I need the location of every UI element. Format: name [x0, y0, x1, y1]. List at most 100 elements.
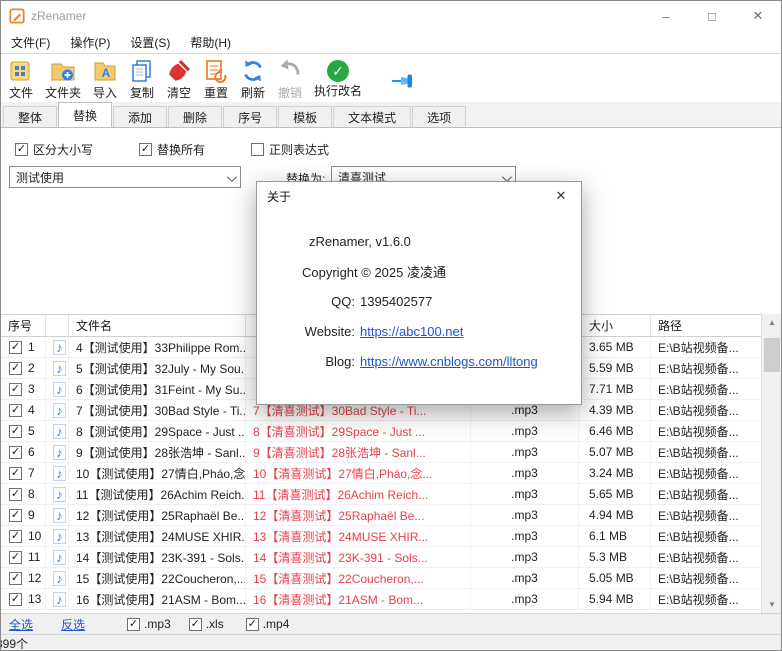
row-checkbox[interactable]: ✓: [9, 530, 22, 543]
row-checkbox[interactable]: ✓: [9, 593, 22, 606]
row-filename: 11【测试使用】26Achim Reich...: [69, 484, 246, 504]
clear-button[interactable]: 清空: [161, 57, 197, 102]
row-path: E:\B站视频备...: [651, 379, 763, 399]
add-files-button[interactable]: 文件: [3, 57, 39, 102]
case-sensitive-checkbox[interactable]: ✓ 区分大小写: [15, 141, 93, 158]
menu-settings[interactable]: 设置(S): [120, 31, 180, 53]
refresh-button[interactable]: 刷新: [235, 57, 271, 102]
row-checkbox[interactable]: ✓: [9, 362, 22, 375]
row-checkbox[interactable]: ✓: [9, 446, 22, 459]
app-window: zRenamer – □ ✕ 文件(F) 操作(P) 设置(S) 帮助(H) 文…: [0, 0, 782, 651]
row-index: 3: [28, 382, 35, 396]
table-row[interactable]: ✓ 12 ♪ 15【测试使用】22Coucheron,... 15【清喜测试】2…: [1, 568, 781, 589]
column-header-index[interactable]: 序号: [1, 315, 46, 336]
table-row[interactable]: ✓ 13 ♪ 16【测试使用】21ASM - Bom... 16【清喜测试】21…: [1, 589, 781, 610]
tab-replace[interactable]: 替换: [58, 102, 112, 127]
scroll-down-icon[interactable]: ▼: [762, 596, 782, 613]
row-checkbox[interactable]: ✓: [9, 467, 22, 480]
tab-options[interactable]: 选项: [412, 106, 466, 127]
about-website-link[interactable]: https://abc100.net: [360, 324, 463, 339]
row-checkbox[interactable]: ✓: [9, 509, 22, 522]
row-size: 5.07 MB: [579, 442, 651, 462]
tab-text-mode[interactable]: 文本模式: [333, 106, 411, 127]
replace-all-checkbox[interactable]: ✓ 替换所有: [139, 141, 205, 158]
about-copyright: Copyright © 2025 凌凌通: [302, 262, 446, 281]
row-size: 5.65 MB: [579, 484, 651, 504]
undo-icon: [277, 58, 303, 84]
music-file-icon: ♪: [53, 508, 66, 523]
menu-file[interactable]: 文件(F): [1, 31, 60, 53]
table-row[interactable]: ✓ 11 ♪ 14【测试使用】23K-391 - Sols... 14【清喜测试…: [1, 547, 781, 568]
row-checkbox[interactable]: ✓: [9, 425, 22, 438]
music-file-icon: ♪: [53, 361, 66, 376]
menu-help[interactable]: 帮助(H): [180, 31, 241, 53]
column-header-icon[interactable]: [46, 315, 69, 336]
dialog-title-bar: 关于 ✕: [257, 182, 581, 210]
add-folder-button[interactable]: 文件夹: [40, 57, 86, 102]
tab-add[interactable]: 添加: [113, 106, 167, 127]
row-extension: .mp3: [471, 505, 579, 525]
row-path: E:\B站视频备...: [651, 568, 763, 588]
scrollbar-thumb[interactable]: [764, 338, 780, 372]
maximize-button[interactable]: □: [689, 1, 735, 31]
row-size: 6.46 MB: [579, 421, 651, 441]
row-index: 1: [28, 340, 35, 354]
tab-whole[interactable]: 整体: [3, 106, 57, 127]
filter-xls-checkbox[interactable]: ✓ .xls: [189, 617, 224, 631]
close-button[interactable]: ✕: [735, 1, 781, 31]
row-path: E:\B站视频备...: [651, 337, 763, 357]
table-row[interactable]: ✓ 9 ♪ 12【测试使用】25Raphaël Be... 12【清喜测试】25…: [1, 505, 781, 526]
filter-mp4-checkbox[interactable]: ✓ .mp4: [246, 617, 290, 631]
row-path: E:\B站视频备...: [651, 547, 763, 567]
tab-delete[interactable]: 删除: [168, 106, 222, 127]
clear-icon: [166, 58, 192, 84]
title-bar: zRenamer – □ ✕: [1, 1, 781, 31]
row-checkbox[interactable]: ✓: [9, 551, 22, 564]
table-row[interactable]: ✓ 8 ♪ 11【测试使用】26Achim Reich... 11【清喜测试】2…: [1, 484, 781, 505]
reset-button[interactable]: 重置: [198, 57, 234, 102]
table-row[interactable]: ✓ 10 ♪ 13【测试使用】24MUSE XHIR... 13【清喜测试】24…: [1, 526, 781, 547]
minimize-button[interactable]: –: [643, 1, 689, 31]
music-file-icon: ♪: [53, 550, 66, 565]
dialog-close-button[interactable]: ✕: [541, 182, 581, 210]
row-checkbox[interactable]: ✓: [9, 341, 22, 354]
music-file-icon: ♪: [53, 592, 66, 607]
row-filename: 5【测试使用】32July - My Sou...: [69, 358, 246, 378]
about-qq-value: 1395402577: [360, 294, 432, 309]
row-checkbox[interactable]: ✓: [9, 488, 22, 501]
table-row[interactable]: ✓ 7 ♪ 10【测试使用】27情白,Pháo,念... 10【清喜测试】27情…: [1, 463, 781, 484]
row-path: E:\B站视频备...: [651, 484, 763, 504]
search-text-combobox[interactable]: 测试使用: [9, 166, 241, 188]
music-file-icon: ♪: [53, 382, 66, 397]
vertical-scrollbar[interactable]: ▲ ▼: [761, 314, 781, 613]
regex-checkbox[interactable]: ✓ 正则表达式: [251, 141, 329, 158]
row-path: E:\B站视频备...: [651, 589, 763, 609]
row-extension: .mp3: [471, 421, 579, 441]
select-all-link[interactable]: 全选: [9, 616, 33, 633]
tab-number[interactable]: 序号: [223, 106, 277, 127]
copy-button[interactable]: 复制: [124, 57, 160, 102]
import-button[interactable]: A 导入: [87, 57, 123, 102]
execute-rename-button[interactable]: ✓ 执行改名: [309, 57, 367, 100]
about-blog-link[interactable]: https://www.cnblogs.com/lltong: [360, 354, 538, 369]
row-checkbox[interactable]: ✓: [9, 404, 22, 417]
scroll-up-icon[interactable]: ▲: [762, 314, 782, 331]
row-index: 4: [28, 403, 35, 417]
undo-button[interactable]: 撤销: [272, 57, 308, 102]
column-header-filename[interactable]: 文件名: [69, 315, 246, 336]
pin-icon[interactable]: [390, 71, 418, 94]
filter-mp3-checkbox[interactable]: ✓ .mp3: [127, 617, 171, 631]
column-header-path[interactable]: 路径: [651, 315, 763, 336]
row-checkbox[interactable]: ✓: [9, 572, 22, 585]
table-row[interactable]: ✓ 5 ♪ 8【测试使用】29Space - Just ... 8【清喜测试】2…: [1, 421, 781, 442]
tab-template[interactable]: 模板: [278, 106, 332, 127]
column-header-size[interactable]: 大小: [579, 315, 651, 336]
menu-operation[interactable]: 操作(P): [60, 31, 120, 53]
checkbox-icon: ✓: [15, 143, 28, 156]
row-checkbox[interactable]: ✓: [9, 383, 22, 396]
music-file-icon: ♪: [53, 403, 66, 418]
invert-selection-link[interactable]: 反选: [61, 616, 85, 633]
row-size: 6.1 MB: [579, 526, 651, 546]
table-row[interactable]: ✓ 6 ♪ 9【测试使用】28张浩坤 - Sanl... 9【清喜测试】28张浩…: [1, 442, 781, 463]
row-extension: .mp3: [471, 589, 579, 609]
